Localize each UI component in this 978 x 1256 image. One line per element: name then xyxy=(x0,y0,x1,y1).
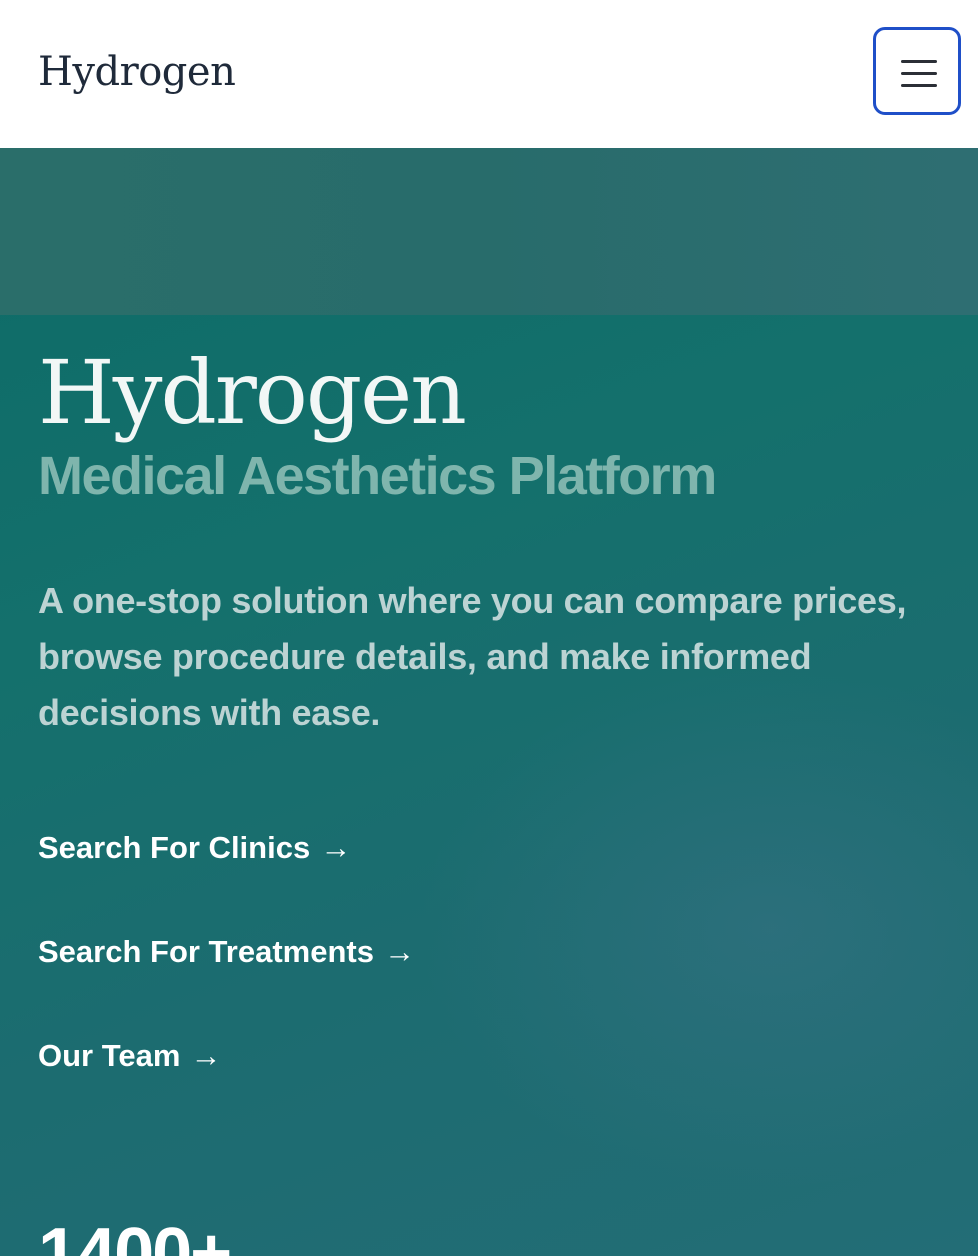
hero-top-band xyxy=(0,148,978,315)
search-treatments-link[interactable]: Search For Treatments → xyxy=(38,932,415,972)
hero-subtitle: Medical Aesthetics Platform xyxy=(38,446,717,506)
arrow-right-icon: → xyxy=(320,830,352,865)
hero-section: Hydrogen Medical Aesthetics Platform A o… xyxy=(0,148,978,1256)
site-header: Hydrogen xyxy=(0,0,978,148)
hamburger-menu-icon xyxy=(901,60,937,87)
hero-title: Hydrogen xyxy=(38,341,467,444)
arrow-right-icon: → xyxy=(190,1038,222,1073)
menu-button[interactable] xyxy=(873,27,961,115)
search-treatments-label: Search For Treatments xyxy=(38,934,374,969)
search-clinics-label: Search For Clinics xyxy=(38,830,311,865)
hero-background-glow xyxy=(420,668,978,1188)
stat-number: 1400+ xyxy=(38,1214,232,1256)
search-clinics-link[interactable]: Search For Clinics → xyxy=(38,828,351,868)
arrow-right-icon: → xyxy=(383,934,415,969)
our-team-link[interactable]: Our Team → xyxy=(38,1036,221,1076)
hero-description: A one-stop solution where you can compar… xyxy=(38,580,907,733)
our-team-label: Our Team xyxy=(38,1038,181,1073)
brand-logo[interactable]: Hydrogen xyxy=(38,46,236,98)
